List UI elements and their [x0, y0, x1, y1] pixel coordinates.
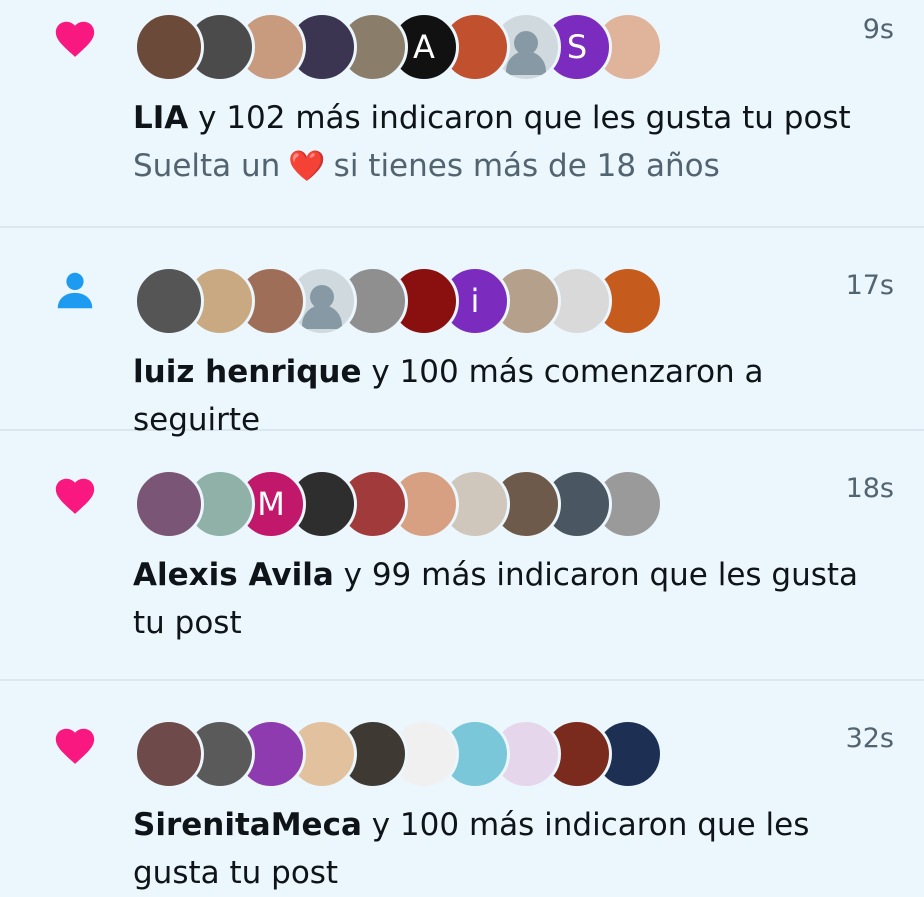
action-text: y 102 más indicaron que les gusta tu pos… [188, 100, 851, 136]
avatar-row: M [134, 469, 663, 539]
heart-icon [50, 473, 100, 519]
heart-icon [50, 723, 100, 769]
avatar[interactable] [134, 12, 204, 82]
user-name[interactable]: luiz henrique [133, 354, 362, 390]
notification-item[interactable]: 32s SirenitaMeca y 100 más indicaron que… [0, 681, 924, 891]
notification-item[interactable]: AS 9s LIA y 102 más indicaron que les gu… [0, 0, 924, 228]
avatar-row [134, 719, 663, 789]
notification-text: luiz henrique y 100 más comenzaron a seg… [133, 348, 884, 444]
timestamp: 17s [845, 270, 894, 301]
notification-item[interactable]: M 18s Alexis Avila y 99 más indicaron qu… [0, 431, 924, 681]
red-heart-emoji: ❤️ [288, 148, 326, 184]
heart-icon [50, 16, 100, 62]
timestamp: 32s [845, 723, 894, 754]
notification-text: Alexis Avila y 99 más indicaron que les … [133, 551, 873, 647]
person-icon [50, 268, 100, 314]
notifications-list: AS 9s LIA y 102 más indicaron que les gu… [0, 0, 924, 891]
user-name[interactable]: LIA [133, 100, 188, 136]
user-name[interactable]: SirenitaMeca [133, 807, 362, 843]
timestamp: 9s [862, 14, 894, 45]
notification-item[interactable]: i 17s luiz henrique y 100 más comenzaron… [0, 228, 924, 438]
post-preview-prefix: Suelta un [133, 148, 281, 184]
avatar[interactable] [134, 266, 204, 336]
avatar[interactable] [134, 719, 204, 789]
avatar[interactable] [134, 469, 204, 539]
post-preview[interactable]: Suelta un ❤️ si tienes más de 18 años [133, 148, 720, 184]
post-preview-suffix: si tienes más de 18 años [333, 148, 720, 184]
user-name[interactable]: Alexis Avila [133, 557, 334, 593]
avatar-row: i [134, 266, 663, 336]
notification-text: SirenitaMeca y 100 más indicaron que les… [133, 801, 833, 897]
timestamp: 18s [845, 473, 894, 504]
avatar-row: AS [134, 12, 663, 82]
notification-text: LIA y 102 más indicaron que les gusta tu… [133, 94, 884, 142]
